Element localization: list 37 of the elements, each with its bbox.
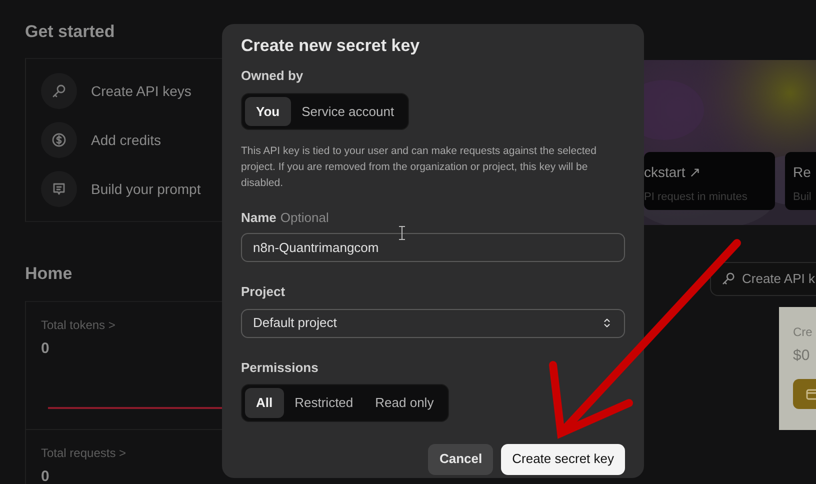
optional-hint: Optional [280, 210, 329, 225]
create-key-button[interactable]: Create secret key [501, 444, 625, 475]
credit-amount: $0 [793, 346, 811, 366]
card-subtitle: Buil [793, 190, 812, 205]
section-title: Home [25, 264, 74, 285]
segment-option[interactable]: Service account [290, 96, 406, 126]
field-label: Permissions [241, 358, 320, 377]
name-input[interactable]: n8n-Quantrimangcom [241, 233, 625, 262]
section-title: Get started [25, 22, 116, 42]
field-label: Project [241, 283, 286, 302]
card-title: Re [793, 163, 812, 182]
key-icon [721, 271, 736, 286]
field-label: Owned by [241, 67, 304, 86]
quickstart-card[interactable]: ckstart ↗ PI request in minutes [644, 152, 775, 210]
metric-value: 0 [41, 338, 50, 359]
list-item-label[interactable]: Create API keys [91, 80, 192, 102]
description-text: This API key is tied to your user and can make requests against the selected project. If you are removed from the organization or project, this key will be disabled. [241, 144, 598, 191]
list-item-label[interactable]: Build your prompt [91, 178, 201, 200]
create-api-key-button[interactable]: Create API k [710, 262, 816, 296]
segment-option[interactable]: You [245, 96, 291, 126]
card-title: ckstart ↗ [644, 163, 702, 182]
key-icon [51, 83, 67, 100]
project-select[interactable]: Default project [241, 308, 625, 338]
cancel-button[interactable]: Cancel [428, 444, 494, 475]
metric-value: 0 [41, 467, 50, 484]
card-title: Cre [793, 324, 814, 340]
segment-option[interactable]: Restricted [284, 388, 364, 418]
dialog-title: Create new secret key [241, 36, 421, 56]
segment-option[interactable]: All [245, 388, 284, 418]
list-item-label[interactable]: Add credits [91, 130, 162, 151]
chat-icon [51, 181, 67, 198]
dollar-icon [51, 132, 67, 148]
card-subtitle: PI request in minutes [644, 190, 748, 205]
field-label: Name [241, 210, 276, 225]
text-cursor-icon [399, 226, 405, 240]
segment-option[interactable]: Read only [364, 388, 445, 418]
quickstart-card[interactable]: Re Buil [785, 152, 816, 210]
